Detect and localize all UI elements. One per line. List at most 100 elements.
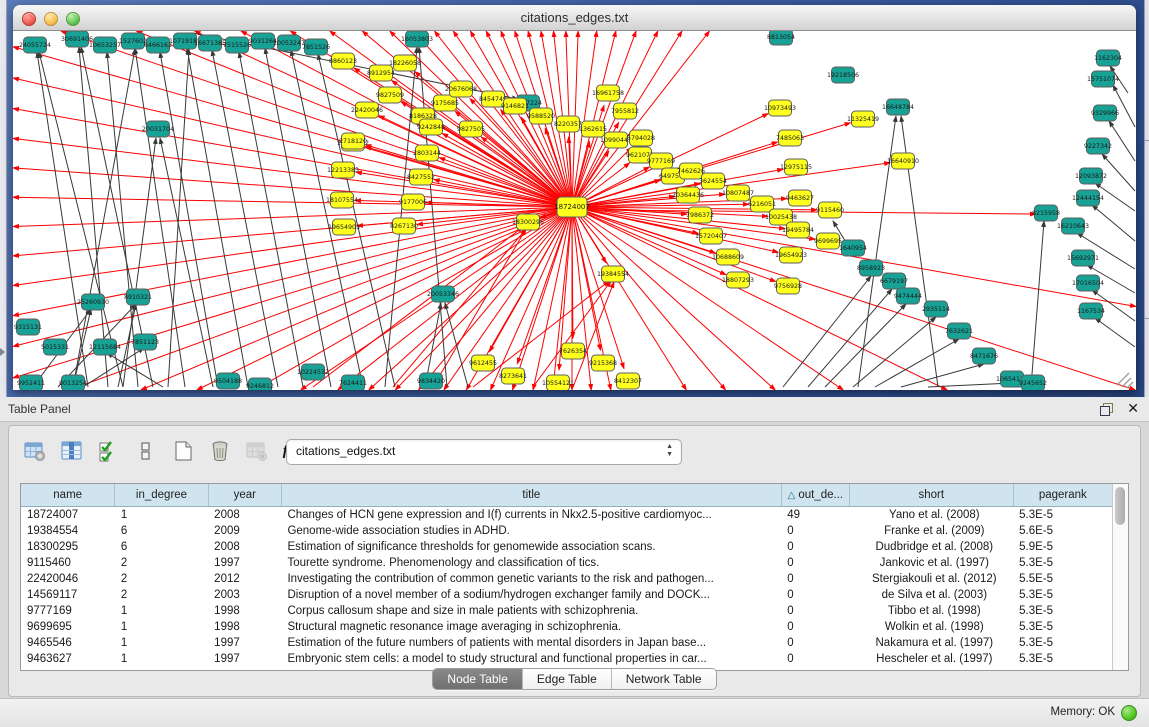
graph-node-teal[interactable]: 20031704 <box>142 121 174 137</box>
table-cell[interactable]: 5.3E-5 <box>1013 507 1112 524</box>
table-cell[interactable]: 1998 <box>208 619 281 635</box>
graph-node-teal[interactable]: 17016504 <box>1072 275 1104 291</box>
graph-node-yellow[interactable]: 12213383 <box>327 162 359 178</box>
table-row[interactable]: 1456911722003Disruption of a novel membe… <box>21 587 1112 603</box>
graph-node-teal[interactable]: 6466162 <box>144 37 172 53</box>
graph-node-teal[interactable]: 9246812 <box>246 378 274 390</box>
table-cell[interactable]: de Silva et al. (2003) <box>850 587 1014 603</box>
table-cell[interactable]: 2012 <box>208 571 281 587</box>
select-all-icon[interactable] <box>95 437 123 465</box>
graph-node-yellow[interactable]: 8220357 <box>554 116 582 132</box>
graph-node-teal[interactable]: 9504188 <box>214 373 242 389</box>
table-cell[interactable]: Corpus callosum shape and size in male p… <box>281 603 781 619</box>
column-header-year[interactable]: year <box>208 484 281 507</box>
panel-collapse-arrow-icon[interactable] <box>0 348 5 356</box>
table-row[interactable]: 1938455462009Genome-wide association stu… <box>21 523 1112 539</box>
graph-node-teal[interactable]: 24055724 <box>19 37 51 53</box>
graph-node-yellow[interactable]: 2803144 <box>413 145 441 161</box>
table-cell[interactable]: Embryonic stem cells: a model to study s… <box>281 651 781 667</box>
table-row[interactable]: 977716911998Corpus callosum shape and si… <box>21 603 1112 619</box>
graph-node-teal[interactable]: 12444154 <box>1072 190 1104 206</box>
graph-node-teal[interactable]: 1162304 <box>1094 50 1122 66</box>
graph-node-yellow[interactable]: 9463627 <box>786 190 814 206</box>
table-cell[interactable]: 1997 <box>208 555 281 571</box>
graph-node-yellow[interactable]: 18807293 <box>722 272 754 288</box>
graph-node-teal[interactable]: 15751074 <box>1087 71 1119 87</box>
table-row[interactable]: 1830029562008Estimation of significance … <box>21 539 1112 555</box>
table-cell[interactable]: 1 <box>115 507 208 524</box>
graph-node-teal[interactable]: 16210643 <box>1057 218 1089 234</box>
delete-table-icon[interactable] <box>243 437 271 465</box>
graph-node-teal[interactable]: 10053247 <box>273 35 305 51</box>
table-cell[interactable]: Nakamura et al. (1997) <box>850 635 1014 651</box>
graph-node-teal[interactable]: 7515526 <box>223 37 251 53</box>
graph-node-yellow[interactable]: 3624554 <box>699 173 727 189</box>
graph-node-teal[interactable]: 10653257 <box>89 37 121 53</box>
table-cell[interactable]: Disruption of a novel member of a sodium… <box>281 587 781 603</box>
graph-node-yellow[interactable]: 15720407 <box>695 228 727 244</box>
table-row[interactable]: 1872400712008Changes of HCN gene express… <box>21 507 1112 524</box>
table-cell[interactable]: 19384554 <box>21 523 115 539</box>
graph-node-teal[interactable]: 7632621 <box>945 323 973 339</box>
graph-node-teal[interactable]: 8471676 <box>970 348 998 364</box>
graph-node-teal[interactable]: 6679197 <box>880 273 908 289</box>
table-cell[interactable]: Investigating the contribution of common… <box>281 571 781 587</box>
network-canvas[interactable]: 2405572430691406106532571527602646616210… <box>13 31 1136 390</box>
resize-grip-icon[interactable] <box>1127 382 1133 388</box>
tab-network-table[interactable]: Network Table <box>612 669 716 689</box>
citation-network-graph[interactable]: 2405572430691406106532571527602646616210… <box>13 31 1136 390</box>
table-cell[interactable]: 0 <box>781 603 849 619</box>
graph-node-yellow[interactable]: 9146821 <box>501 98 529 114</box>
graph-node-teal[interactable]: 9227342 <box>1084 138 1112 154</box>
graph-node-teal[interactable]: 9834420 <box>417 373 445 389</box>
graph-node-yellow[interactable]: 18226058 <box>389 55 421 71</box>
table-cell[interactable]: 49 <box>781 507 849 524</box>
graph-node-teal[interactable]: 9329966 <box>1091 105 1119 121</box>
graph-node-yellow[interactable]: 9777169 <box>647 153 675 169</box>
table-scrollbar[interactable] <box>1112 484 1128 670</box>
graph-node-yellow[interactable]: 20364436 <box>672 187 704 203</box>
table-cell[interactable]: Genome-wide association studies in ADHD. <box>281 523 781 539</box>
graph-node-yellow[interactable]: 7626354 <box>559 343 587 359</box>
table-cell[interactable]: Estimation of significance thresholds fo… <box>281 539 781 555</box>
table-cell[interactable]: 2 <box>115 587 208 603</box>
graph-node-yellow[interactable]: 22420046 <box>351 102 383 118</box>
graph-node-yellow[interactable]: 9756928 <box>774 278 802 294</box>
graph-node-teal[interactable]: 9952411 <box>17 375 45 390</box>
table-cell[interactable]: 9777169 <box>21 603 115 619</box>
graph-node-teal[interactable]: 7851526 <box>302 39 330 55</box>
graph-node-teal[interactable]: 1167534 <box>1077 303 1105 319</box>
table-cell[interactable]: 6 <box>115 523 208 539</box>
graph-node-teal[interactable]: 1527602 <box>119 33 147 49</box>
table-cell[interactable]: 5.3E-5 <box>1013 635 1112 651</box>
graph-node-yellow[interactable]: 7955812 <box>611 103 639 119</box>
graph-node-yellow[interactable]: 10554121 <box>542 375 574 390</box>
graph-node-teal[interactable]: 9315131 <box>14 319 42 335</box>
table-cell[interactable]: 5.3E-5 <box>1013 587 1112 603</box>
table-cell[interactable]: 2 <box>115 555 208 571</box>
table-cell[interactable]: 0 <box>781 651 849 667</box>
table-cell[interactable]: 1997 <box>208 635 281 651</box>
graph-node-yellow[interactable]: 1362615 <box>579 121 607 137</box>
graph-node-teal[interactable]: 2935114 <box>922 301 950 317</box>
table-cell[interactable]: 1 <box>115 635 208 651</box>
float-panel-icon[interactable] <box>1100 403 1113 416</box>
graph-node-yellow[interactable]: 9215368 <box>589 355 617 371</box>
graph-node-yellow[interactable]: 8412307 <box>614 373 642 389</box>
graph-node-yellow[interactable]: 2718120 <box>339 133 367 149</box>
table-cell[interactable]: Tourette syndrome. Phenomenology and cla… <box>281 555 781 571</box>
table-cell[interactable]: Jankovic et al. (1997) <box>850 555 1014 571</box>
table-selector-dropdown[interactable]: citations_edges.txt ▲▼ <box>286 439 682 465</box>
close-panel-icon[interactable]: ✕ <box>1127 400 1139 417</box>
table-cell[interactable]: 5.6E-5 <box>1013 523 1112 539</box>
graph-node-teal[interactable]: 8958923 <box>857 260 885 276</box>
graph-node-teal[interactable]: 16671385 <box>194 35 226 51</box>
scrollbar-thumb[interactable] <box>1115 487 1125 525</box>
graph-node-yellow[interactable]: 19495784 <box>782 222 814 238</box>
graph-node-yellow[interactable]: 8427552 <box>407 169 435 185</box>
graph-node-yellow[interactable]: 19654923 <box>775 247 807 263</box>
resize-grip-icon[interactable] <box>1117 373 1129 385</box>
graph-node-teal[interactable]: 8813054 <box>767 31 795 45</box>
graph-node-teal[interactable]: 12093872 <box>1075 168 1107 184</box>
table-cell[interactable]: Tibbo et al. (1998) <box>850 603 1014 619</box>
